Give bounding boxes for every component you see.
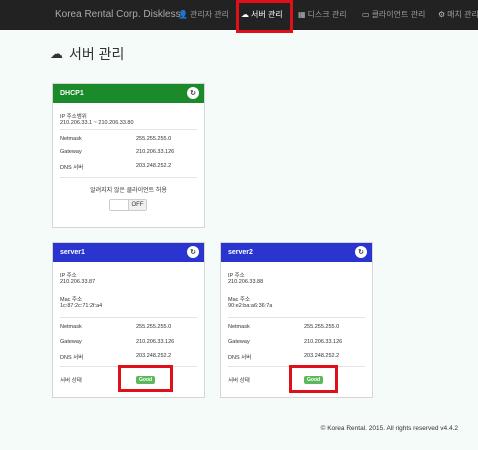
dhcp-dns-label: DNS 서버 bbox=[60, 165, 84, 171]
nav-client[interactable]: ▭ 클라이언트 관리 bbox=[362, 9, 425, 20]
brand-title[interactable]: Korea Rental Corp. Diskless bbox=[55, 9, 181, 20]
server2-netmask-label: Netmask bbox=[228, 324, 250, 330]
server1-gateway: 210.206.33.126 bbox=[136, 339, 175, 345]
dhcp-dns: 203.248.252.2 bbox=[136, 163, 172, 169]
server1-panel-header: server1 ↻ bbox=[53, 243, 204, 262]
divider bbox=[60, 177, 197, 178]
monitor-icon: ▭ bbox=[362, 10, 370, 19]
page-title-text: 서버 관리 bbox=[69, 46, 125, 62]
dhcp-gateway-label: Gateway bbox=[60, 149, 82, 155]
unknown-client-toggle[interactable]: OFF bbox=[109, 199, 147, 211]
server1-title: server1 bbox=[60, 249, 85, 256]
nav-disk-label: 디스크 관리 bbox=[307, 10, 347, 19]
server1-dns: 203.248.252.2 bbox=[136, 353, 172, 359]
dhcp-panel: DHCP1 ↻ IP 주소범위 210.206.33.1 ~ 210.206.3… bbox=[52, 83, 205, 228]
server1-netmask-label: Netmask bbox=[60, 324, 82, 330]
nav-client-label: 클라이언트 관리 bbox=[371, 10, 426, 19]
server1-ip: 210.206.33.87 bbox=[60, 279, 96, 285]
divider bbox=[60, 129, 197, 130]
server2-gateway-label: Gateway bbox=[228, 339, 250, 345]
server1-status-highlight bbox=[118, 365, 173, 392]
user-icon: 👤 bbox=[178, 10, 188, 19]
dhcp-netmask-label: Netmask bbox=[60, 136, 82, 142]
server2-ip-label: IP 주소 bbox=[228, 273, 245, 279]
cloud-icon: ☁ bbox=[50, 46, 63, 61]
server1-netmask: 255.255.255.0 bbox=[136, 324, 172, 330]
nav-admin[interactable]: 👤 관리자 관리 bbox=[178, 9, 229, 20]
toggle-knob bbox=[110, 200, 129, 210]
server2-dns: 203.248.252.2 bbox=[304, 353, 340, 359]
dhcp-ip-range: 210.206.33.1 ~ 210.206.33.80 bbox=[60, 120, 134, 126]
server2-mac-label: Mac 주소 bbox=[228, 297, 251, 303]
dhcp-ip-range-label: IP 주소범위 bbox=[60, 114, 87, 120]
divider bbox=[60, 317, 197, 318]
server2-status-label: 서버 상태 bbox=[228, 378, 250, 384]
divider bbox=[228, 317, 365, 318]
server1-dns-label: DNS 서버 bbox=[60, 355, 84, 361]
footer-copyright: © Korea Rental. 2015. All rights reserve… bbox=[320, 425, 458, 432]
dhcp-netmask: 255.255.255.0 bbox=[136, 136, 172, 142]
dhcp-gateway: 210.206.33.126 bbox=[136, 149, 175, 155]
server1-mac: 1c:87:2c:71:2f:a4 bbox=[60, 303, 103, 309]
gear-icon: ⚙ bbox=[438, 10, 446, 19]
server1-status-label: 서버 상태 bbox=[60, 378, 82, 384]
nav-admin-label: 관리자 관리 bbox=[189, 10, 229, 19]
nav-match-label: 매치 관리 bbox=[447, 10, 478, 19]
server2-netmask: 255.255.255.0 bbox=[304, 324, 340, 330]
server2-ip: 210.206.33.88 bbox=[228, 279, 264, 285]
nav-disk[interactable]: ▦ 디스크 관리 bbox=[298, 9, 347, 20]
server2-title: server2 bbox=[228, 249, 253, 256]
disk-icon: ▦ bbox=[298, 10, 306, 19]
server2-panel-header: server2 ↻ bbox=[221, 243, 372, 262]
dhcp-panel-header: DHCP1 ↻ bbox=[53, 84, 204, 103]
unknown-client-label: 알려지지 않은 클라이언트 허용 bbox=[90, 188, 167, 194]
server2-status-highlight bbox=[289, 365, 338, 393]
dhcp-title: DHCP1 bbox=[60, 90, 84, 97]
server2-gateway: 210.206.33.126 bbox=[304, 339, 343, 345]
server1-ip-label: IP 주소 bbox=[60, 273, 77, 279]
dhcp-refresh-icon[interactable]: ↻ bbox=[187, 87, 199, 99]
server2-refresh-icon[interactable]: ↻ bbox=[355, 246, 367, 258]
toggle-label: OFF bbox=[129, 200, 146, 210]
server1-refresh-icon[interactable]: ↻ bbox=[187, 246, 199, 258]
nav-match[interactable]: ⚙ 매치 관리 bbox=[438, 9, 478, 20]
server1-gateway-label: Gateway bbox=[60, 339, 82, 345]
server1-mac-label: Mac 주소 bbox=[60, 297, 83, 303]
server2-dns-label: DNS 서버 bbox=[228, 355, 252, 361]
nav-highlight-box bbox=[236, 0, 293, 33]
page-title: ☁ 서버 관리 bbox=[50, 44, 124, 64]
server2-mac: 90:e2:ba:a6:36:7a bbox=[228, 303, 273, 309]
